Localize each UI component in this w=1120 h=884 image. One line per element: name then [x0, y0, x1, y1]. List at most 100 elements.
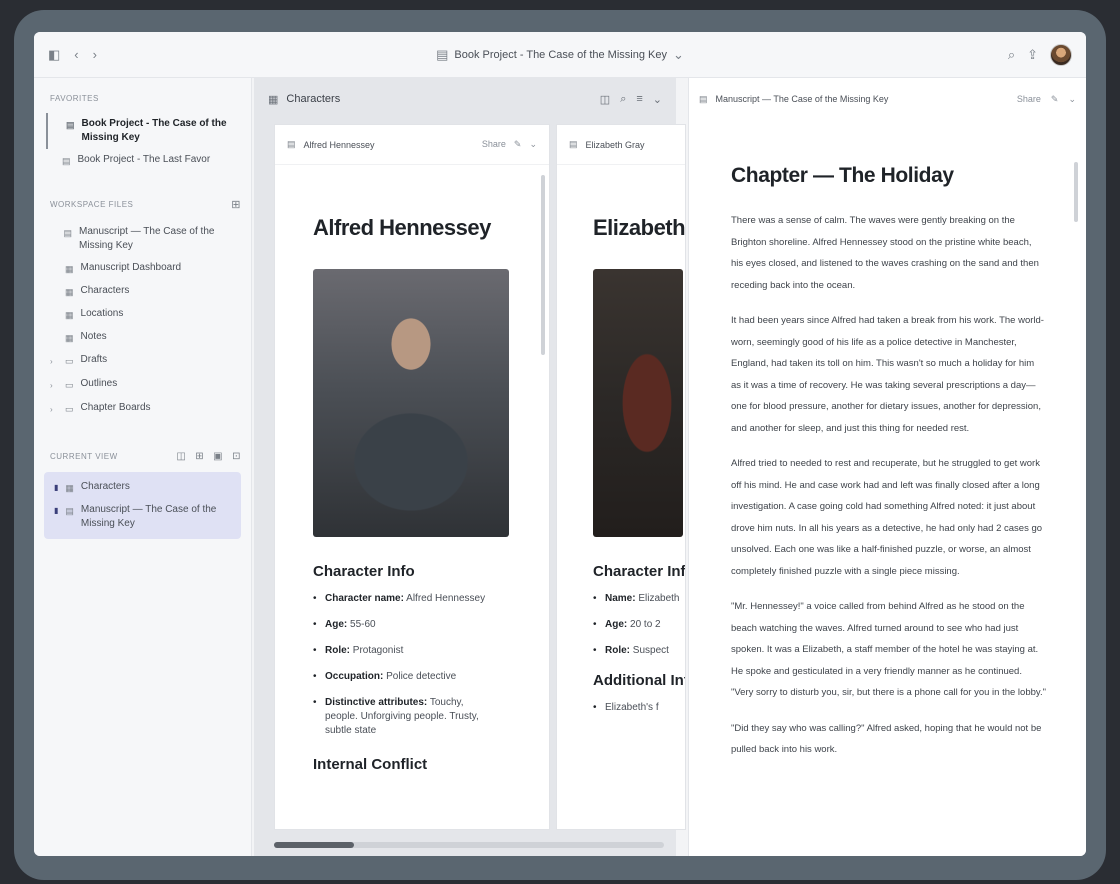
favorites-heading: Favorites: [50, 94, 99, 103]
share-icon[interactable]: ⇪: [1027, 47, 1038, 63]
list-item: Age: 55-60: [313, 618, 549, 632]
paragraph: There was a sense of calm. The waves wer…: [731, 215, 1039, 291]
share-button[interactable]: Share: [1017, 94, 1041, 105]
sidebar-item-label: Chapter Boards: [80, 402, 151, 413]
sidebar-item-manuscript[interactable]: ▤ Manuscript — The Case of the Missing Ke…: [44, 221, 241, 257]
sidebar: Favorites ▤ Book Project - The Case of t…: [34, 78, 252, 856]
character-portrait: [313, 269, 509, 537]
list-item: Age: 20 to 2: [593, 618, 685, 632]
table-icon: ▦: [65, 483, 74, 493]
pinned-item-characters[interactable]: ▮ ▦ Characters: [44, 476, 241, 499]
sidebar-item-chapter-boards[interactable]: › ▭ Chapter Boards: [44, 397, 241, 421]
comment-icon[interactable]: ✎: [514, 139, 522, 150]
sidebar-item-notes[interactable]: ▦ Notes: [44, 326, 241, 349]
manuscript-pane: ▤ Manuscript — The Case of the Missing K…: [688, 78, 1086, 856]
document-icon: ▤: [63, 228, 73, 238]
sidebar-item-favorite-2[interactable]: ▤ Book Project - The Last Favor: [44, 149, 241, 172]
info-list: Character name: Alfred Hennessey Age: 55…: [313, 592, 549, 738]
sidebar-item-label: Manuscript — The Case of the Missing Key: [79, 226, 215, 251]
sidebar-item-drafts[interactable]: › ▭ Drafts: [44, 349, 241, 373]
table-icon: ▦: [268, 93, 279, 106]
pinned-item-manuscript[interactable]: ▮ ▤ Manuscript — The Case of the Missing K…: [44, 499, 241, 535]
character-portrait: [593, 269, 683, 537]
card-tab-label: Alfred Hennessey: [303, 139, 375, 150]
character-name: Alfred Hennessey: [313, 215, 491, 240]
grid-icon[interactable]: ⊞: [195, 451, 204, 462]
manuscript-pane-header: ▤ Manuscript — The Case of the Missing K…: [689, 78, 1086, 120]
sidebar-item-dashboard[interactable]: ▦ Manuscript Dashboard: [44, 257, 241, 280]
back-icon[interactable]: ‹: [74, 47, 78, 62]
sidebar-item-label: Locations: [80, 308, 124, 319]
folder-icon: ▭: [65, 356, 74, 366]
search-icon[interactable]: ⌕: [620, 93, 626, 106]
filter-icon[interactable]: ≡: [636, 93, 642, 106]
document-icon: ▤: [569, 139, 578, 149]
layers-icon[interactable]: ▣: [213, 451, 223, 462]
list-item: Occupation: Police detective: [313, 670, 549, 684]
characters-pane: ▦ Characters ◫ ⌕ ≡ ⌄ ▤ Alfred Hennessey …: [254, 78, 686, 856]
characters-pane-header: ▦ Characters ◫ ⌕ ≡ ⌄: [254, 78, 676, 120]
paragraph: It had been years since Alfred had taken…: [731, 315, 1044, 434]
table-icon: ▦: [65, 310, 74, 320]
scrollbar[interactable]: [541, 175, 545, 355]
comment-icon[interactable]: ✎: [1051, 94, 1059, 105]
more-icon[interactable]: ⊡: [232, 451, 241, 462]
list-item: Role: Suspect: [593, 644, 685, 658]
share-button[interactable]: Share: [482, 139, 506, 150]
dashboard-icon: ▦: [65, 264, 74, 274]
scrollbar-thumb[interactable]: [274, 842, 354, 848]
character-card-alfred[interactable]: ▤ Alfred Hennessey Share ✎ ⌄ Alfred Henn…: [274, 124, 550, 830]
document-icon: ▤: [699, 93, 708, 104]
scrollbar[interactable]: [1074, 162, 1078, 222]
character-card-elizabeth[interactable]: ▤ Elizabeth Gray Elizabeth Character Inf…: [556, 124, 686, 830]
forward-icon[interactable]: ›: [93, 47, 97, 62]
sidebar-toggle-icon[interactable]: ◧: [48, 47, 60, 63]
chevron-down-icon[interactable]: ⌄: [673, 47, 684, 63]
pane-title: Manuscript — The Case of the Missing Key: [715, 94, 889, 104]
list-item: Elizabeth's f: [593, 701, 685, 715]
document-icon: ▤: [436, 47, 449, 62]
sidebar-item-label: Notes: [80, 331, 107, 342]
chevron-down-icon[interactable]: ⌄: [529, 139, 537, 150]
chevron-down-icon[interactable]: ⌄: [653, 93, 662, 106]
folder-icon: ▭: [65, 404, 74, 414]
split-view-icon[interactable]: ◫: [600, 93, 610, 106]
card-tab-label: Elizabeth Gray: [585, 139, 645, 150]
card-header: ▤ Elizabeth Gray: [557, 125, 685, 165]
current-view-list: ▮ ▦ Characters ▮ ▤ Manuscript — The Case of …: [44, 472, 241, 539]
sidebar-item-label: Characters: [80, 481, 130, 492]
search-icon[interactable]: ⌕: [1008, 47, 1015, 63]
chevron-right-icon[interactable]: ›: [50, 379, 58, 393]
chevron-right-icon[interactable]: ›: [50, 403, 58, 417]
current-view-heading: Current View ◫ ⊞ ▣ ⊡: [50, 451, 241, 462]
document-icon: ▤: [66, 120, 75, 130]
folder-icon: ▭: [65, 380, 74, 390]
top-bar: ◧ ‹ › ▤ Book Project - The Case of the M…: [34, 32, 1086, 78]
avatar[interactable]: [1050, 43, 1072, 66]
new-file-icon[interactable]: ⊞: [231, 198, 241, 211]
window-title[interactable]: Book Project - The Case of the Missing K…: [454, 49, 667, 61]
split-view-icon[interactable]: ◫: [176, 451, 186, 462]
section-heading: Internal Conflict: [313, 756, 428, 773]
manuscript-body[interactable]: Chapter — The Holiday There was a sense …: [689, 120, 1086, 761]
chevron-down-icon[interactable]: ⌄: [1068, 94, 1076, 105]
paragraph: "Did they say who was calling?" Alfred a…: [731, 722, 1042, 756]
tablet-frame: ◧ ‹ › ▤ Book Project - The Case of the M…: [14, 10, 1106, 880]
sidebar-item-characters[interactable]: ▦ Characters: [44, 280, 241, 303]
paragraph: Alfred tried to needed to rest and recup…: [731, 458, 1043, 577]
sidebar-item-outlines[interactable]: › ▭ Outlines: [44, 373, 241, 397]
sidebar-item-favorite-1[interactable]: ▤ Book Project - The Case of the Missing…: [46, 113, 241, 149]
chevron-right-icon[interactable]: ›: [50, 355, 58, 369]
character-name: Elizabeth: [593, 215, 686, 240]
section-heading: Additional Info: [593, 672, 685, 689]
sidebar-item-label: Manuscript — The Case of the Missing Key: [80, 504, 217, 529]
document-icon: ▤: [62, 156, 71, 166]
pane-title: Characters: [286, 93, 341, 105]
list-item: Role: Protagonist: [313, 644, 549, 658]
sidebar-item-locations[interactable]: ▦ Locations: [44, 303, 241, 326]
table-icon: ▦: [65, 287, 74, 297]
horizontal-scrollbar[interactable]: [274, 842, 664, 848]
sidebar-item-label: Characters: [80, 285, 130, 296]
pin-icon: ▮: [54, 483, 59, 492]
sidebar-item-label: Outlines: [80, 378, 118, 389]
